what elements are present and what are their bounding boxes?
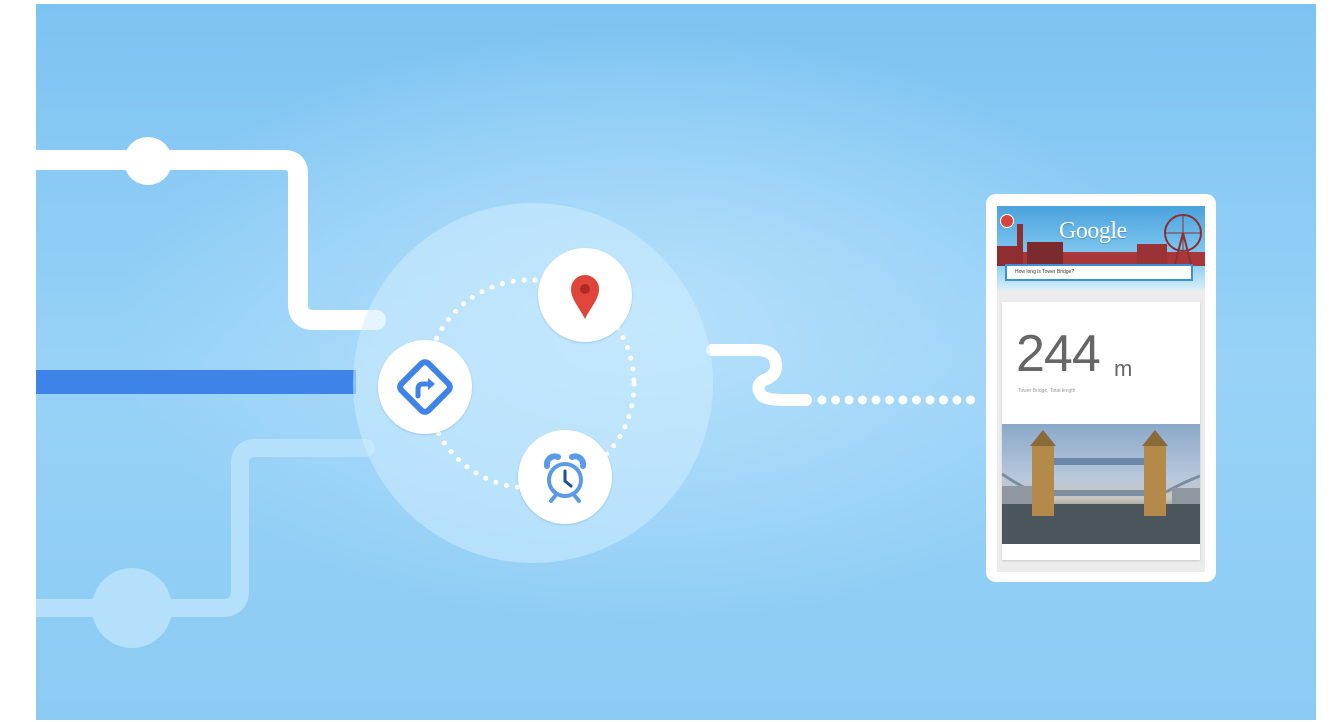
answer-caption: Tower Bridge, Total length — [1018, 388, 1076, 394]
white-connector-node — [124, 137, 172, 185]
alarm-badge[interactable] — [518, 430, 612, 524]
illustration-scene: Google How long is Tower Bridge? 244 m T… — [36, 4, 1316, 720]
google-logo: Google — [1059, 218, 1127, 244]
google-doodle-header: Google How long is Tower Bridge? — [997, 206, 1205, 290]
tower-bridge-photo — [1002, 424, 1200, 544]
white-connector-line — [36, 150, 386, 330]
answer-unit: m — [1114, 356, 1133, 381]
search-field[interactable]: How long is Tower Bridge? — [1005, 264, 1193, 281]
light-connector-node — [92, 568, 172, 648]
answer-card[interactable]: 244 m Tower Bridge, Total length — [1002, 302, 1200, 560]
phone-connector-line — [706, 344, 812, 406]
map-pin-icon — [571, 275, 599, 319]
microphone-icon[interactable] — [1000, 214, 1014, 228]
directions-badge[interactable] — [378, 340, 472, 434]
phone-device: Google How long is Tower Bridge? 244 m T… — [986, 194, 1216, 582]
light-connector-line — [36, 439, 375, 617]
phone-screen: Google How long is Tower Bridge? 244 m T… — [997, 206, 1205, 572]
directions-icon — [397, 359, 453, 415]
answer-value: 244 — [1016, 325, 1101, 383]
map-pin-badge[interactable] — [538, 248, 632, 342]
blue-connector-line — [36, 370, 356, 394]
alarm-clock-icon — [543, 453, 587, 503]
